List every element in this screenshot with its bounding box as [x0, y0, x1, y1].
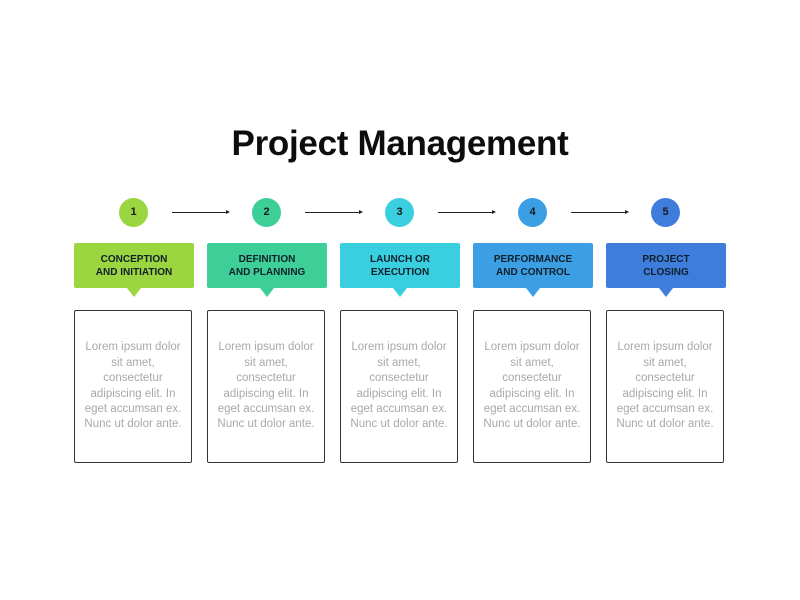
stage-label-line1: CONCEPTION	[100, 253, 168, 265]
stage-label-line1: PERFORMANCE	[493, 253, 573, 265]
stage-description: Lorem ipsum dolor sit amet, consectetur …	[74, 310, 192, 463]
step-number-badge: 2	[252, 198, 281, 227]
stage-label-line1: LAUNCH OR	[370, 253, 430, 265]
step-number-badge: 5	[651, 198, 680, 227]
stage-label-line2: AND CONTROL	[496, 266, 570, 278]
stage-label-line2: AND INITIATION	[95, 266, 173, 278]
stage-label-line1: PROJECT	[642, 253, 690, 265]
stage-header: PROJECT CLOSING	[606, 243, 726, 288]
arrow-4-to-5	[571, 210, 629, 214]
callout-pointer	[659, 288, 673, 297]
stage-label-line1: DEFINITION	[238, 253, 296, 265]
stage-header: DEFINITION AND PLANNING	[207, 243, 327, 288]
arrow-2-to-3	[305, 210, 363, 214]
arrow-1-to-2	[172, 210, 230, 214]
callout-pointer	[393, 288, 407, 297]
stage-description: Lorem ipsum dolor sit amet, consectetur …	[473, 310, 591, 463]
callout-pointer	[526, 288, 540, 297]
stage-description: Lorem ipsum dolor sit amet, consectetur …	[207, 310, 325, 463]
stage-header: PERFORMANCE AND CONTROL	[473, 243, 593, 288]
step-number-badge: 3	[385, 198, 414, 227]
stage-label-line2: CLOSING	[643, 266, 689, 278]
stage-label-line2: AND PLANNING	[228, 266, 306, 278]
callout-pointer	[127, 288, 141, 297]
stage-label-line2: EXECUTION	[370, 266, 430, 278]
callout-pointer	[260, 288, 274, 297]
step-number-badge: 4	[518, 198, 547, 227]
step-number-badge: 1	[119, 198, 148, 227]
arrow-3-to-4	[438, 210, 496, 214]
page-title: Project Management	[231, 124, 569, 163]
stage-header: LAUNCH OR EXECUTION	[340, 243, 460, 288]
stage-description: Lorem ipsum dolor sit amet, consectetur …	[340, 310, 458, 463]
stage-header: CONCEPTION AND INITIATION	[74, 243, 194, 288]
stage-description: Lorem ipsum dolor sit amet, consectetur …	[606, 310, 724, 463]
